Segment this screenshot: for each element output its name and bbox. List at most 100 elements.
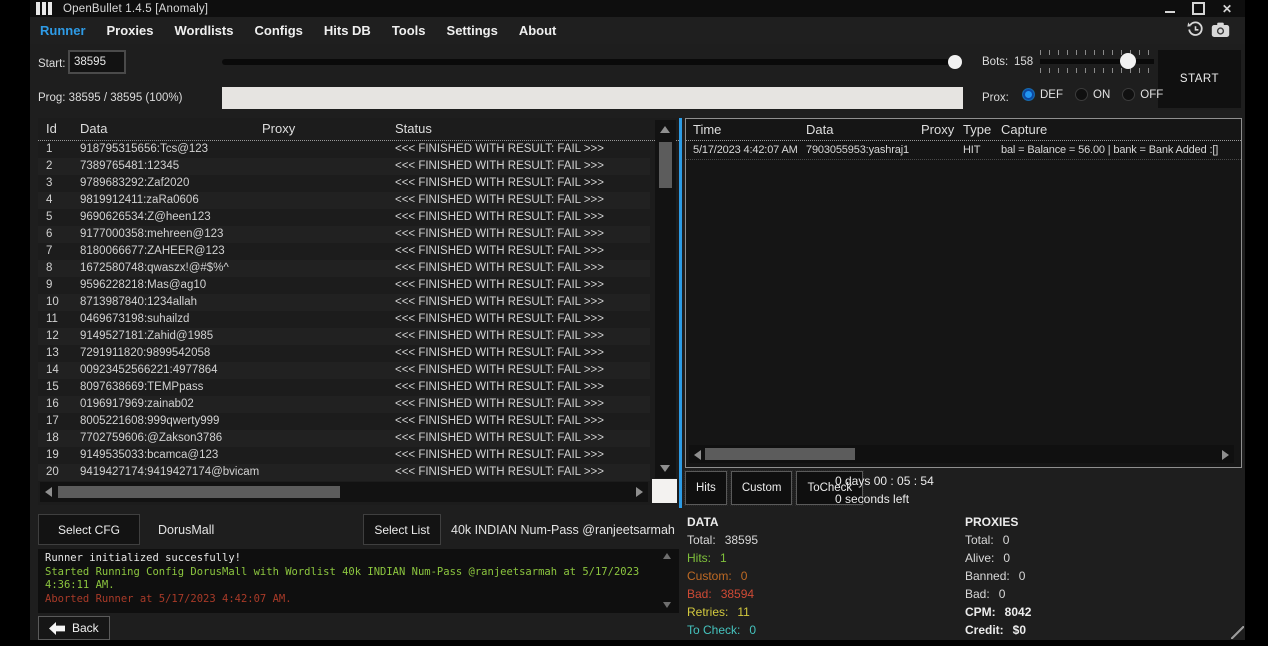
stat-proxies-alive: Alive:0 <box>965 549 1031 567</box>
menu-item-wordlists[interactable]: Wordlists <box>174 23 233 38</box>
scroll-corner-grip[interactable] <box>652 479 677 503</box>
log-scroll-down-icon[interactable] <box>663 602 671 608</box>
prox-option-def[interactable]: DEF <box>1022 88 1063 101</box>
result-row[interactable]: 178005221608:999qwerty999<<< FINISHED WI… <box>38 413 650 430</box>
result-row[interactable]: 81672580748:qwaszx!@#$%^<<< FINISHED WIT… <box>38 260 650 277</box>
result-row[interactable]: 209419427174:9419427174@bvicam<<< FINISH… <box>38 464 650 481</box>
app-window: OpenBullet 1.4.5 [Anomaly] ✕ Runner Proxi… <box>30 0 1245 640</box>
selected-wordlist: 40k INDIAN Num-Pass @ranjeetsarmah <box>451 523 675 537</box>
scroll-down-icon[interactable] <box>660 465 670 472</box>
stat-data-tocheck: To Check:0 <box>687 621 758 639</box>
bots-slider-knob[interactable] <box>1120 53 1136 69</box>
hits-header: Time Data Proxy Type Capture <box>686 119 1241 141</box>
scroll-right-icon[interactable] <box>1222 450 1229 460</box>
menu-item-runner[interactable]: Runner <box>40 23 86 38</box>
progress-bar-fill <box>222 87 963 109</box>
vertical-scroll-thumb[interactable] <box>659 142 672 188</box>
hits-rows: 5/17/2023 4:42:07 AM7903055953:yashraj1H… <box>686 141 1241 160</box>
result-row[interactable]: 1918795315656:Tcs@123<<< FINISHED WITH R… <box>38 141 650 158</box>
proxies-stats: PROXIES Total:0Alive:0Banned:0Bad:0CPM:8… <box>965 513 1031 639</box>
results-horizontal-scrollbar[interactable] <box>40 482 648 502</box>
resize-grip-icon[interactable] <box>1231 626 1244 639</box>
log-line: Started Running Config DorusMall with Wo… <box>45 566 655 593</box>
progress-label: Prog: 38595 / 38595 (100%) <box>38 92 183 104</box>
panel-splitter[interactable] <box>679 118 682 508</box>
start-slider-knob[interactable] <box>948 55 962 69</box>
result-row[interactable]: 99596228218:Mas@ag10<<< FINISHED WITH RE… <box>38 277 650 294</box>
start-label: Start: <box>38 58 65 70</box>
remaining-time: 0 seconds left <box>835 490 934 508</box>
result-row[interactable]: 69177000358:mehreen@123<<< FINISHED WITH… <box>38 226 650 243</box>
scroll-right-icon[interactable] <box>636 487 643 497</box>
result-row[interactable]: 39789683292:Zaf2020<<< FINISHED WITH RES… <box>38 175 650 192</box>
history-icon[interactable] <box>1187 21 1204 38</box>
result-row[interactable]: 158097638669:TEMPpass<<< FINISHED WITH R… <box>38 379 650 396</box>
select-cfg-button[interactable]: Select CFG <box>38 514 140 545</box>
col-data: Data <box>806 119 833 140</box>
result-row[interactable]: 108713987840:1234allah<<< FINISHED WITH … <box>38 294 650 311</box>
col-type: Type <box>963 119 991 140</box>
menu-item-about[interactable]: About <box>519 23 557 38</box>
app-logo-icon <box>36 2 52 15</box>
horizontal-scroll-thumb[interactable] <box>705 448 855 460</box>
scroll-left-icon[interactable] <box>45 487 52 497</box>
menu-item-settings[interactable]: Settings <box>447 23 498 38</box>
elapsed-time: 0 days 00 : 05 : 54 <box>835 472 934 490</box>
minimize-icon[interactable] <box>1165 11 1175 13</box>
back-button[interactable]: Back <box>38 616 110 640</box>
result-row[interactable]: 187702759606:@Zakson3786<<< FINISHED WIT… <box>38 430 650 447</box>
result-row[interactable]: 59690626534:Z@heen123<<< FINISHED WITH R… <box>38 209 650 226</box>
prox-option-on[interactable]: ON <box>1075 88 1110 101</box>
result-row[interactable]: 78180066677:ZAHEER@123<<< FINISHED WITH … <box>38 243 650 260</box>
results-panel: Id Data Proxy Status 1918795315656:Tcs@1… <box>38 118 679 505</box>
window-title: OpenBullet 1.4.5 [Anomaly] <box>63 3 208 15</box>
results-vertical-scrollbar[interactable] <box>655 120 676 478</box>
col-proxy: Proxy <box>921 119 954 140</box>
result-row[interactable]: 1400923452566221:4977864<<< FINISHED WIT… <box>38 362 650 379</box>
tab-hits[interactable]: Hits <box>685 471 727 505</box>
col-id: Id <box>46 118 57 140</box>
menu-item-hits-db[interactable]: Hits DB <box>324 23 371 38</box>
start-button[interactable]: START <box>1158 50 1241 108</box>
scroll-left-icon[interactable] <box>694 450 701 460</box>
bots-slider[interactable] <box>1040 59 1154 64</box>
result-row[interactable]: 129149527181:Zahid@1985<<< FINISHED WITH… <box>38 328 650 345</box>
start-input[interactable] <box>68 50 126 74</box>
prox-option-off[interactable]: OFF <box>1122 88 1163 101</box>
scroll-up-icon[interactable] <box>660 126 670 133</box>
close-icon[interactable]: ✕ <box>1222 3 1232 15</box>
result-row[interactable]: 160196917969:zainab02<<< FINISHED WITH R… <box>38 396 650 413</box>
prox-options: DEF ON OFF <box>1022 88 1163 101</box>
result-row[interactable]: 110469673198:suhailzd<<< FINISHED WITH R… <box>38 311 650 328</box>
log-line: Runner initialized succesfully! <box>45 552 655 566</box>
data-stats-title: DATA <box>687 513 758 531</box>
menu-item-tools[interactable]: Tools <box>392 23 426 38</box>
radio-icon[interactable] <box>1075 88 1088 101</box>
radio-icon[interactable] <box>1122 88 1135 101</box>
stat-data-retries: Retries:11 <box>687 603 758 621</box>
maximize-icon[interactable] <box>1192 2 1205 15</box>
stat-data-total: Total:38595 <box>687 531 758 549</box>
select-list-button[interactable]: Select List <box>363 514 441 545</box>
data-stats: DATA Total:38595Hits:1Custom:0Bad:38594R… <box>687 513 758 639</box>
result-row[interactable]: 137291911820:9899542058<<< FINISHED WITH… <box>38 345 650 362</box>
hits-horizontal-scrollbar[interactable] <box>689 445 1234 463</box>
log-scroll-up-icon[interactable] <box>663 553 671 559</box>
menu-item-proxies[interactable]: Proxies <box>107 23 154 38</box>
result-row[interactable]: 49819912411:zaRa0606<<< FINISHED WITH RE… <box>38 192 650 209</box>
menu-item-configs[interactable]: Configs <box>254 23 302 38</box>
tab-custom[interactable]: Custom <box>731 471 793 505</box>
result-row[interactable]: 199149535033:bcamca@123<<< FINISHED WITH… <box>38 447 650 464</box>
back-label: Back <box>72 621 99 635</box>
proxies-stats-title: PROXIES <box>965 513 1031 531</box>
title-bar: OpenBullet 1.4.5 [Anomaly] ✕ <box>30 0 1245 17</box>
runner-timer: 0 days 00 : 05 : 54 0 seconds left <box>835 472 934 508</box>
start-position-slider[interactable] <box>222 59 960 65</box>
result-row[interactable]: 27389765481:12345<<< FINISHED WITH RESUL… <box>38 158 650 175</box>
screenshot-icon[interactable] <box>1211 22 1230 38</box>
runner-log[interactable]: Runner initialized succesfully!Started R… <box>38 549 679 613</box>
radio-icon[interactable] <box>1022 88 1035 101</box>
hit-row[interactable]: 5/17/2023 4:42:07 AM7903055953:yashraj1H… <box>686 141 1241 160</box>
bots-label: Bots: <box>982 56 1008 68</box>
horizontal-scroll-thumb[interactable] <box>58 486 340 498</box>
